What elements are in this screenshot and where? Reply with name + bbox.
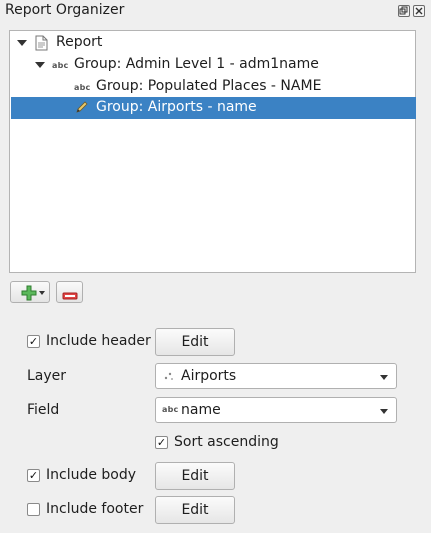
field-label: Field	[27, 402, 60, 418]
layer-label: Layer	[27, 368, 67, 384]
report-tree[interactable]: Report abc Group: Admin Level 1 - adm1na…	[9, 30, 416, 273]
dropdown-arrow-icon	[39, 291, 45, 295]
edit-header-button[interactable]: Edit	[155, 328, 235, 356]
panel-titlebar: Report Organizer	[0, 0, 431, 24]
edit-body-button[interactable]: Edit	[155, 462, 235, 490]
edit-footer-button[interactable]: Edit	[155, 496, 235, 524]
tree-item-label: Group: Admin Level 1 - adm1name	[74, 56, 319, 72]
include-footer-checkbox[interactable]	[27, 503, 40, 516]
plus-icon	[21, 285, 37, 305]
add-section-button[interactable]	[10, 281, 50, 303]
panel-title: Report Organizer	[5, 2, 125, 18]
include-body-checkbox[interactable]: ✓	[27, 469, 40, 482]
tree-item-group-airports[interactable]: Group: Airports - name	[11, 97, 416, 119]
layer-combobox[interactable]: Airports	[155, 363, 397, 389]
pencil-icon	[75, 100, 89, 118]
text-field-icon: abc	[74, 83, 91, 92]
tree-item-label: Group: Populated Places - NAME	[96, 78, 322, 94]
minus-icon	[62, 288, 78, 304]
chevron-down-icon	[380, 375, 388, 380]
close-icon[interactable]	[413, 5, 425, 17]
remove-section-button[interactable]	[56, 281, 83, 303]
text-field-icon: abc	[162, 405, 179, 414]
tree-item-report[interactable]: Report	[11, 32, 416, 54]
sort-ascending-checkbox[interactable]: ✓	[155, 436, 168, 449]
document-icon	[35, 35, 48, 55]
float-icon[interactable]	[398, 5, 410, 17]
tree-item-group-populated[interactable]: abc Group: Populated Places - NAME	[11, 76, 416, 98]
field-combobox[interactable]: abc name	[155, 397, 397, 423]
expand-arrow-icon[interactable]	[35, 62, 45, 68]
include-footer-label: Include footer	[46, 501, 144, 517]
tree-item-label: Group: Airports - name	[96, 99, 257, 115]
layer-value: Airports	[181, 368, 237, 384]
chevron-down-icon	[380, 409, 388, 414]
tree-item-label: Report	[56, 34, 103, 50]
include-header-checkbox[interactable]: ✓	[27, 335, 40, 348]
include-body-label: Include body	[46, 467, 137, 483]
field-value: name	[181, 402, 221, 418]
include-header-label: Include header	[46, 333, 151, 349]
expand-arrow-icon[interactable]	[17, 40, 27, 46]
sort-ascending-label: Sort ascending	[174, 434, 279, 450]
tree-item-group-admin[interactable]: abc Group: Admin Level 1 - adm1name	[11, 54, 416, 76]
point-layer-icon	[163, 370, 175, 386]
text-field-icon: abc	[52, 61, 69, 70]
